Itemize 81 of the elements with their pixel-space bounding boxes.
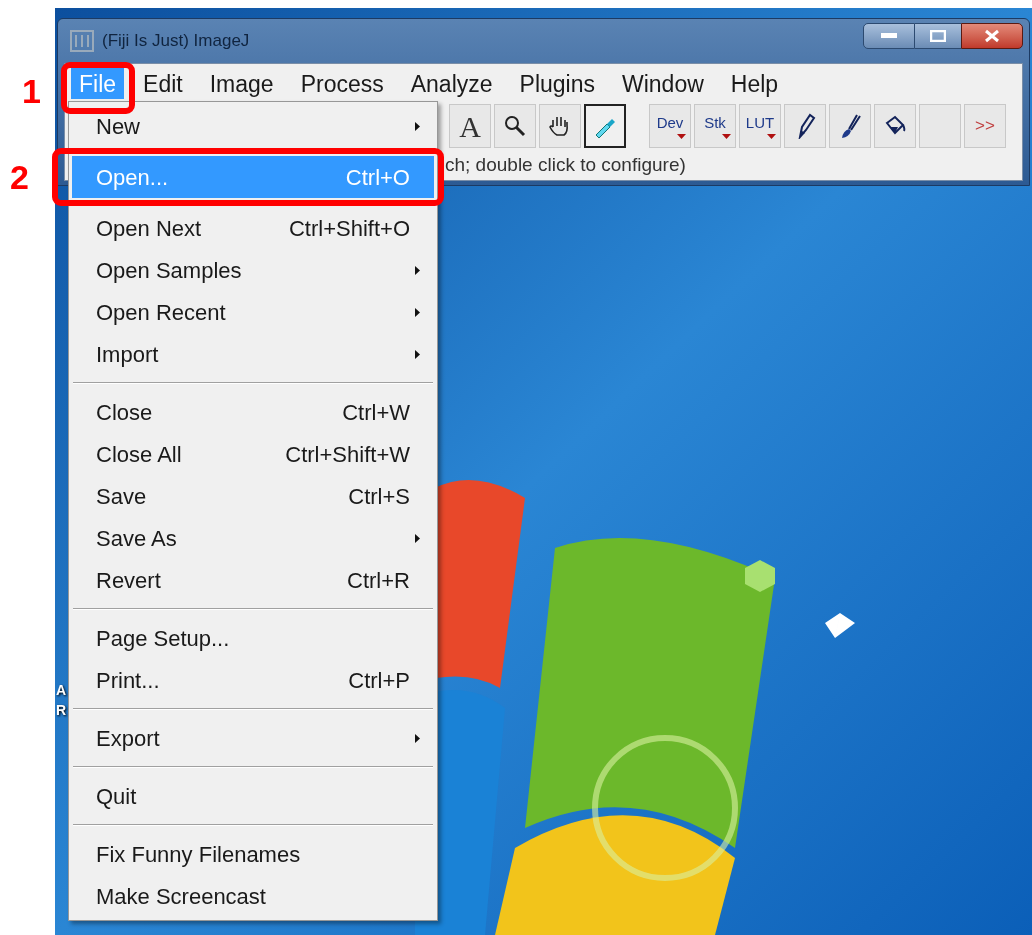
pencil-tool-button[interactable] bbox=[784, 104, 826, 148]
menu-item[interactable]: Close Ctrl+W bbox=[72, 391, 434, 433]
menu-item-label: Close All bbox=[96, 440, 183, 469]
callout-number: 2 bbox=[10, 157, 29, 198]
menu-item[interactable]: Analyze bbox=[402, 67, 501, 99]
menu-item[interactable]: Fix Funny Filenames bbox=[72, 833, 434, 875]
shortcut-text: Ctrl+S bbox=[348, 482, 410, 511]
menu-item[interactable]: Print... Ctrl+P bbox=[72, 659, 434, 701]
menu-item[interactable]: Save As bbox=[72, 517, 434, 559]
callout-number: 1 bbox=[22, 71, 41, 112]
minimize-button[interactable] bbox=[863, 23, 915, 49]
submenu-arrow-icon bbox=[415, 266, 420, 275]
window-title: (Fiji Is Just) ImageJ bbox=[102, 30, 250, 53]
dropper-tool-button[interactable] bbox=[584, 104, 626, 148]
text-tool-button[interactable]: A bbox=[449, 104, 491, 148]
shortcut-text: Ctrl+Shift+O bbox=[288, 214, 410, 243]
shortcut-text: Ctrl+P bbox=[348, 666, 410, 695]
menu-item-label: Quit bbox=[96, 782, 138, 811]
submenu-arrow-icon bbox=[415, 308, 420, 317]
shortcut-text: Ctrl+Shift+W bbox=[285, 440, 410, 469]
menu-item[interactable]: Process bbox=[292, 67, 392, 99]
menu-item[interactable]: Page Setup... bbox=[72, 617, 434, 659]
menu-item-label: Open... bbox=[96, 163, 170, 192]
menu-item-label: Close bbox=[96, 398, 154, 427]
close-icon bbox=[984, 29, 1000, 43]
menu-item-label: Import bbox=[96, 340, 160, 369]
menu-item[interactable]: Plugins bbox=[511, 67, 603, 99]
menu-item[interactable]: Import bbox=[72, 333, 434, 375]
menu-item[interactable]: Image bbox=[201, 67, 282, 99]
menu-item-label: New bbox=[96, 112, 141, 141]
menu-item[interactable]: Edit bbox=[135, 67, 191, 99]
menu-item[interactable]: Open Next Ctrl+Shift+O bbox=[72, 207, 434, 249]
close-button[interactable] bbox=[961, 23, 1023, 49]
menu-item-label: Page Setup... bbox=[96, 624, 231, 653]
menu-item[interactable]: Open Recent bbox=[72, 291, 434, 333]
more-tools-button[interactable]: >> bbox=[964, 104, 1006, 148]
dropdown-arrow-icon bbox=[677, 134, 686, 139]
dropdown-arrow-icon bbox=[767, 134, 776, 139]
bucket-tool-button[interactable] bbox=[874, 104, 916, 148]
maximize-button[interactable] bbox=[915, 23, 961, 49]
desktop-icon-label: R bbox=[56, 701, 67, 720]
app-icon bbox=[70, 30, 94, 52]
menu-item-label: Make Screencast bbox=[96, 882, 267, 911]
menu-item[interactable]: Revert Ctrl+R bbox=[72, 559, 434, 601]
menu-item[interactable]: Quit bbox=[72, 775, 434, 817]
menu-item[interactable]: Make Screencast bbox=[72, 875, 434, 917]
submenu-arrow-icon bbox=[415, 350, 420, 359]
status-text: ch; double click to configure) bbox=[445, 152, 686, 177]
brush-tool-button[interactable] bbox=[829, 104, 871, 148]
minimize-icon bbox=[881, 33, 897, 39]
maximize-icon bbox=[930, 30, 946, 42]
menu-item-label: Save As bbox=[96, 524, 178, 553]
menu-item[interactable]: Open Samples bbox=[72, 249, 434, 291]
menu-item-label: Open Next bbox=[96, 214, 203, 243]
menu-item-label: Save bbox=[96, 482, 148, 511]
shortcut-text: Ctrl+W bbox=[342, 398, 410, 427]
dropdown-arrow-icon bbox=[722, 134, 731, 139]
desktop-icon-label: A bbox=[56, 681, 67, 700]
menu-item[interactable]: Close All Ctrl+Shift+W bbox=[72, 433, 434, 475]
menu-tool-button[interactable]: Dev bbox=[649, 104, 691, 148]
menu-item-label: Open Recent bbox=[96, 298, 227, 327]
menu-item[interactable]: New bbox=[72, 105, 434, 147]
menu-item[interactable]: Export bbox=[72, 717, 434, 759]
menu-item[interactable]: Help bbox=[722, 67, 787, 99]
menu-tool-button[interactable]: LUT bbox=[739, 104, 781, 148]
menu-item-label: Fix Funny Filenames bbox=[96, 840, 302, 869]
menu-item[interactable]: Window bbox=[614, 67, 712, 99]
menu-item[interactable]: Save Ctrl+S bbox=[72, 475, 434, 517]
menu-tool-button[interactable]: Stk bbox=[694, 104, 736, 148]
menu-item-label: Open Samples bbox=[96, 256, 243, 285]
hand-tool-button[interactable] bbox=[539, 104, 581, 148]
menu-item-label: Export bbox=[96, 724, 161, 753]
submenu-arrow-icon bbox=[415, 534, 420, 543]
magnifier-icon bbox=[502, 113, 528, 139]
menu-item-label: Revert bbox=[96, 566, 162, 595]
submenu-arrow-icon bbox=[415, 734, 420, 743]
magnifier-tool-button[interactable] bbox=[494, 104, 536, 148]
shortcut-text: Ctrl+O bbox=[345, 163, 410, 192]
menu-item-label: Print... bbox=[96, 666, 161, 695]
submenu-arrow-icon bbox=[415, 122, 420, 131]
shortcut-text: Ctrl+R bbox=[347, 566, 410, 595]
